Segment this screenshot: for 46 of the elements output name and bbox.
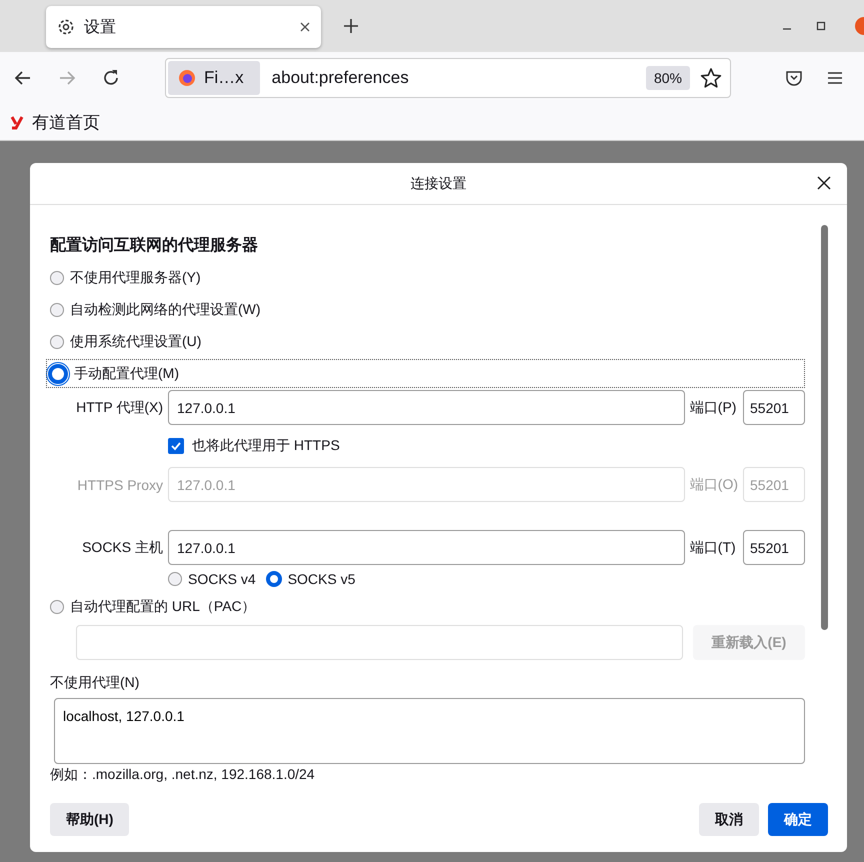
gear-icon [56,17,76,37]
fox-icon [178,69,196,87]
field-label: HTTP 代理(X) [75,398,163,416]
letter-logo-icon [10,114,24,130]
radio-option[interactable]: 自动检测此网络的代理设置(W) [50,294,805,326]
pocket-icon[interactable] [785,69,803,87]
star-icon[interactable] [700,67,722,89]
field-label: 端口(O) [690,476,738,494]
port-input[interactable]: 55201 [743,530,805,565]
field-label: 端口(P) [690,398,738,416]
close-icon[interactable] [817,176,831,190]
bookmark-item[interactable]: 有道首页 [10,110,100,134]
new-tab-icon[interactable] [343,18,359,34]
maximize-icon[interactable] [816,21,826,31]
site-identity-button[interactable]: Fi…x [168,61,260,95]
help-button[interactable]: 帮助(H) [50,803,130,836]
radio-option[interactable]: 自动代理配置的 URL（PAC） [50,591,805,623]
radio-option[interactable]: SOCKS v4 [168,566,256,592]
field-label: 不使用代理(N) [50,674,140,692]
radio-option[interactable]: SOCKS v5 [266,566,356,592]
scrollbar[interactable] [821,225,828,630]
pac-url-input[interactable] [76,625,683,660]
section-heading: 配置访问互联网的代理服务器 [50,235,259,256]
field-label: HTTPS Proxy [76,476,163,492]
radio-option[interactable]: 不使用代理服务器(Y) [50,262,805,294]
tab-title: 设置 [84,18,117,38]
address-bar[interactable]: Fi…x about:preferences 80% [165,58,731,98]
field-label: SOCKS 主机 [81,538,163,556]
field-label: 端口(T) [690,538,737,556]
hint-text: 例如：.mozilla.org, .net.nz, 192.168.1.0/24 [50,766,316,784]
checkmark-icon [170,440,182,452]
host-input[interactable]: 127.0.0.1 [168,530,685,565]
cancel-button[interactable]: 取消 [699,803,759,836]
menu-icon[interactable] [827,71,843,85]
no-proxy-textarea[interactable]: localhost, 127.0.0.1 [54,698,805,764]
zoom-button[interactable]: 80% [646,66,690,90]
browser-tab[interactable]: 设置 [46,6,321,48]
radio-option[interactable]: 使用系统代理设置(U) [50,326,805,358]
port-input[interactable]: 55201 [743,390,805,425]
close-icon[interactable] [299,21,311,33]
host-input[interactable]: 127.0.0.1 [168,390,685,425]
dialog-title: 连接设置 [410,174,466,192]
url-text: about:preferences [270,68,410,88]
checkbox-option[interactable]: 也将此代理用于 HTTPS [168,429,805,463]
radio-option[interactable]: 手动配置代理(M) [46,359,805,388]
ok-button[interactable]: 确定 [768,803,828,836]
